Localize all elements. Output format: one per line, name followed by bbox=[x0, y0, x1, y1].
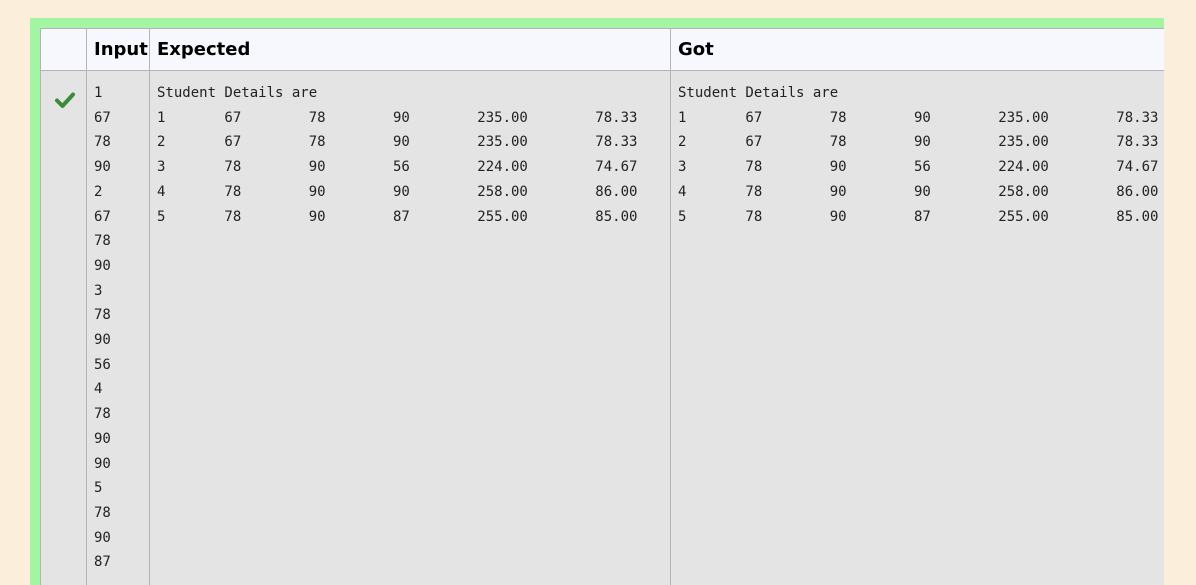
result-frame: Input Expected Got 1 67 78 90 2 67 78 90… bbox=[30, 18, 1164, 585]
input-column-header: Input bbox=[86, 28, 150, 71]
test-results-table: Input Expected Got 1 67 78 90 2 67 78 90… bbox=[40, 28, 1164, 585]
got-output-text: Student Details are 1 67 78 90 235.00 78… bbox=[678, 85, 1159, 225]
input-text: 1 67 78 90 2 67 78 90 3 78 90 56 4 78 90… bbox=[94, 85, 111, 571]
expected-output-text: Student Details are 1 67 78 90 235.00 78… bbox=[157, 85, 638, 225]
status-cell bbox=[40, 70, 87, 585]
got-cell: Student Details are 1 67 78 90 235.00 78… bbox=[670, 70, 1164, 585]
header-row: Input Expected Got bbox=[40, 28, 1164, 71]
status-column-header bbox=[40, 28, 87, 71]
check-icon bbox=[55, 91, 75, 109]
table-row: 1 67 78 90 2 67 78 90 3 78 90 56 4 78 90… bbox=[40, 70, 1164, 585]
check-icon-path bbox=[55, 92, 75, 108]
input-cell: 1 67 78 90 2 67 78 90 3 78 90 56 4 78 90… bbox=[86, 70, 150, 585]
expected-cell: Student Details are 1 67 78 90 235.00 78… bbox=[149, 70, 671, 585]
got-column-header: Got bbox=[670, 28, 1164, 71]
expected-column-header: Expected bbox=[149, 28, 671, 71]
